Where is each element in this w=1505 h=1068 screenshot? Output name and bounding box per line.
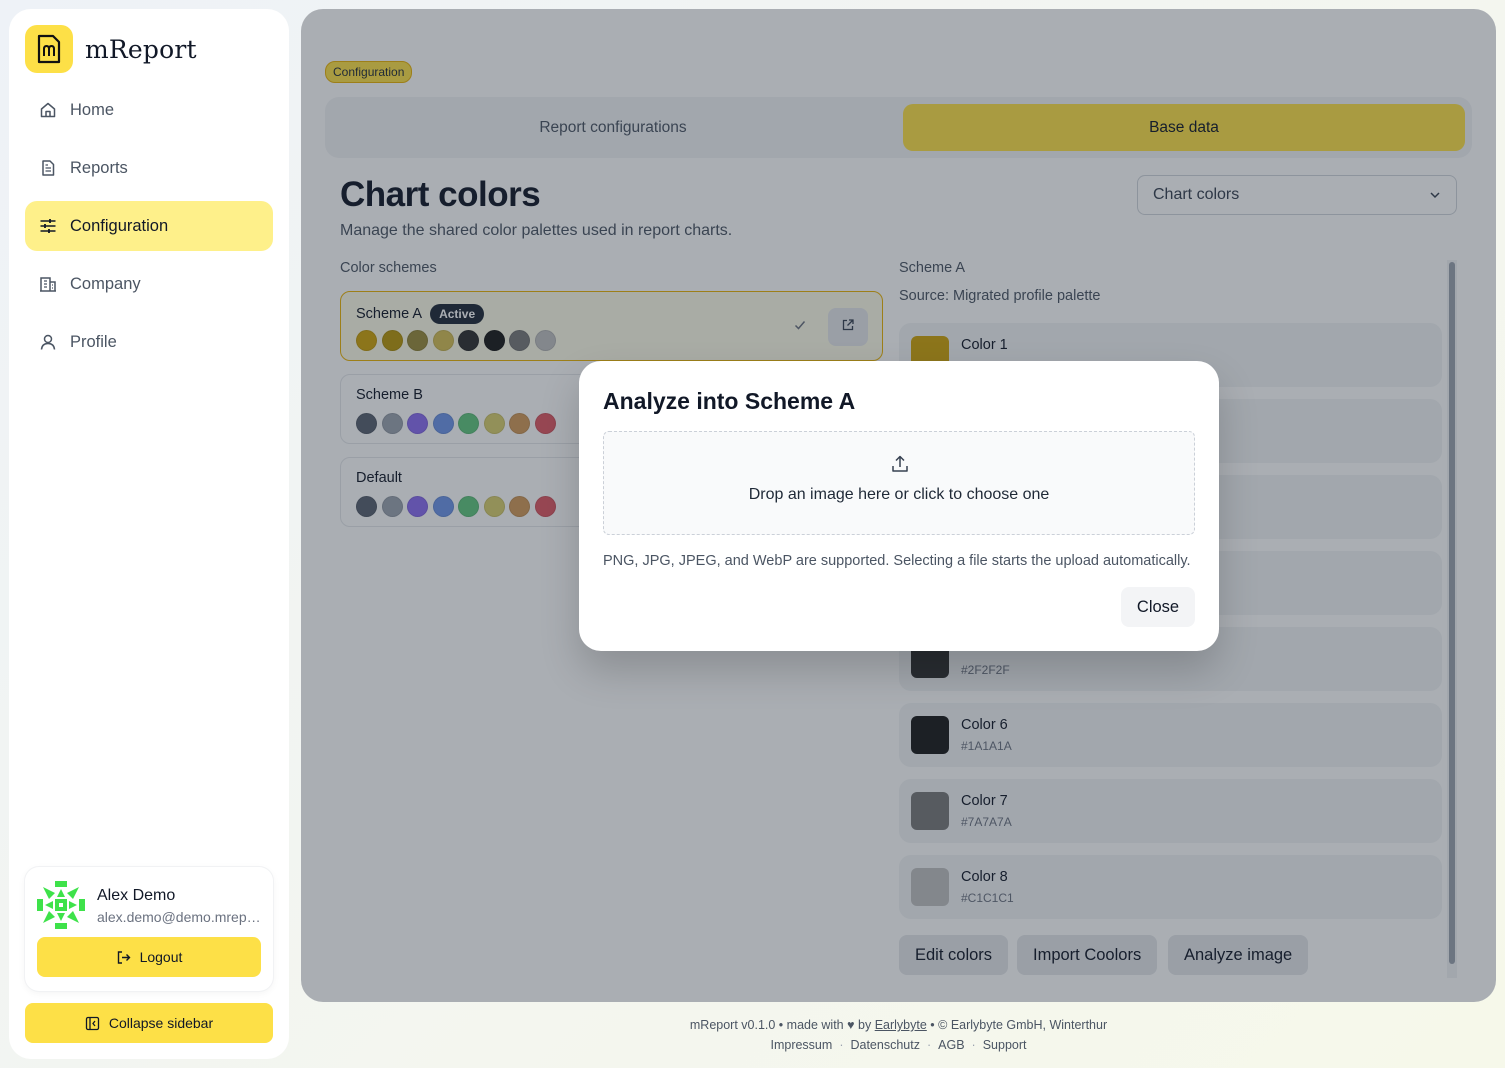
footer: mReport v0.1.0 • made with ♥ by Earlybyt… xyxy=(301,1015,1496,1055)
sidebar-item-configuration[interactable]: Configuration xyxy=(25,201,273,251)
close-button[interactable]: Close xyxy=(1121,587,1195,627)
footer-suffix: • © Earlybyte GmbH, Winterthur xyxy=(930,1018,1108,1032)
collapse-panel-icon xyxy=(85,1016,100,1031)
sidebar-item-label: Reports xyxy=(70,158,128,177)
footer-link-datenschutz[interactable]: Datenschutz xyxy=(850,1038,919,1052)
sidebar-item-home[interactable]: Home xyxy=(25,85,273,135)
footer-links: Impressum · Datenschutz · AGB · Support xyxy=(301,1035,1496,1055)
sidebar-item-reports[interactable]: Reports xyxy=(25,143,273,193)
user-name: Alex Demo xyxy=(97,887,176,904)
home-icon xyxy=(39,101,57,119)
sidebar-item-profile[interactable]: Profile xyxy=(25,317,273,367)
dialog-title: Analyze into Scheme A xyxy=(603,388,856,414)
sidebar-item-label: Profile xyxy=(70,332,117,351)
user-icon xyxy=(39,333,57,351)
analyze-dialog: Analyze into Scheme A Drop an image here… xyxy=(579,361,1219,651)
dropzone-text: Drop an image here or click to choose on… xyxy=(748,486,1050,503)
upload-icon xyxy=(890,454,910,479)
logout-label: Logout xyxy=(139,949,183,965)
sidebar-item-label: Home xyxy=(70,100,115,119)
sidebar: mReport Home Reports Configuration Compa… xyxy=(9,9,289,1059)
user-email: alex.demo@demo.mreport.ch xyxy=(97,909,265,925)
avatar xyxy=(37,881,85,929)
footer-separator: · xyxy=(926,1038,932,1052)
sidebar-nav: Home Reports Configuration Company Profi… xyxy=(25,85,273,375)
image-dropzone[interactable]: Drop an image here or click to choose on… xyxy=(603,431,1195,535)
app-name: mReport xyxy=(85,34,197,64)
sidebar-item-label: Configuration xyxy=(70,216,169,235)
brand[interactable]: mReport xyxy=(25,25,197,73)
logout-icon xyxy=(116,950,131,965)
user-card: Alex Demo alex.demo@demo.mreport.ch Logo… xyxy=(25,867,273,991)
building-icon xyxy=(39,275,57,293)
footer-link-support[interactable]: Support xyxy=(983,1038,1027,1052)
footer-link-impressum[interactable]: Impressum xyxy=(770,1038,832,1052)
collapse-sidebar-label: Collapse sidebar xyxy=(108,1015,214,1031)
footer-link-agb[interactable]: AGB xyxy=(938,1038,964,1052)
logout-button[interactable]: Logout xyxy=(37,937,261,977)
document-icon xyxy=(39,159,57,177)
footer-earlybyte-link[interactable]: Earlybyte xyxy=(875,1018,927,1032)
dialog-hint: PNG, JPG, JPEG, and WebP are supported. … xyxy=(603,553,1191,569)
footer-separator: · xyxy=(839,1038,844,1052)
collapse-sidebar-button[interactable]: Collapse sidebar xyxy=(25,1003,273,1043)
footer-prefix: mReport v0.1.0 • made with ♥ by xyxy=(689,1018,872,1032)
sidebar-item-label: Company xyxy=(70,274,141,293)
mreport-logo-icon xyxy=(25,25,73,73)
footer-separator: · xyxy=(971,1038,976,1052)
sliders-icon xyxy=(39,217,57,235)
sidebar-item-company[interactable]: Company xyxy=(25,259,273,309)
footer-credits: mReport v0.1.0 • made with ♥ by Earlybyt… xyxy=(301,1015,1496,1035)
